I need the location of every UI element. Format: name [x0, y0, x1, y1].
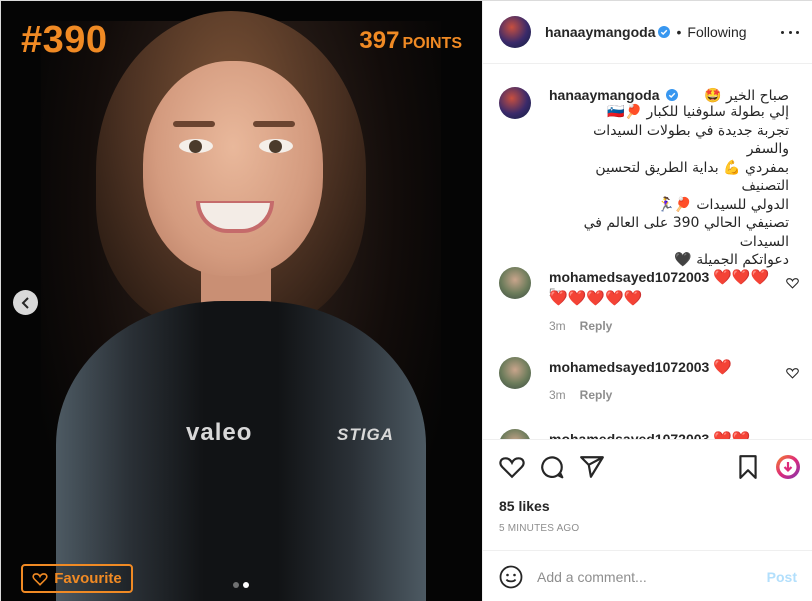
- photo-eye-left: [179, 139, 213, 153]
- post-button[interactable]: Post: [767, 569, 797, 585]
- caption-author-avatar[interactable]: [499, 87, 531, 119]
- comment-body: mohamedsayed1072003 ❤️❤️❤️ ❤️❤️❤️❤️❤️ 3m…: [549, 267, 799, 333]
- comment-like-icon[interactable]: [786, 367, 799, 379]
- comment-text: mohamedsayed1072003 ❤️❤️: [549, 429, 799, 439]
- following-button[interactable]: Following: [687, 24, 746, 40]
- comment-age: 3m: [549, 319, 566, 333]
- comment-text: mohamedsayed1072003 ❤️: [549, 357, 799, 378]
- author-username[interactable]: hanaaymangoda: [545, 24, 655, 40]
- caption-line: بمفردي 💪 بداية الطريق لتحسين التصنيف: [595, 159, 789, 195]
- caption-line: الدولي للسيدات 🏓🏃‍♀️: [657, 196, 789, 213]
- comment-hearts: ❤️❤️❤️: [713, 268, 770, 286]
- author-avatar[interactable]: [499, 16, 531, 48]
- photo-shirt: [56, 301, 426, 601]
- comment-item: mohamedsayed1072003 ❤️ 3m Reply: [499, 357, 799, 407]
- carousel-dot: [233, 582, 239, 588]
- commenter-username[interactable]: mohamedsayed1072003: [549, 359, 709, 375]
- more-options-button[interactable]: [781, 23, 799, 41]
- comment-composer: Post: [483, 550, 812, 601]
- comment-hearts: ❤️❤️❤️❤️❤️: [549, 289, 643, 307]
- more-icon: [781, 30, 784, 34]
- post-timestamp: 5 MINUTES AGO: [499, 523, 580, 534]
- post-media[interactable]: valeo STIGA #390 397 POINTS Favourite: [1, 1, 482, 601]
- caption-entry: hanaaymangoda صباح الخير 🤩 إلي بطولة سلو…: [499, 87, 799, 300]
- comment-input[interactable]: [537, 568, 767, 585]
- caption-line: صباح الخير 🤩: [704, 88, 789, 104]
- carousel-indicator: [233, 582, 249, 588]
- commenter-avatar[interactable]: [499, 267, 531, 299]
- photo-face: [143, 61, 323, 276]
- heart-outline-icon: [32, 572, 48, 586]
- comment-body: mohamedsayed1072003 ❤️ 3m Reply: [549, 357, 799, 402]
- comment-body: mohamedsayed1072003 ❤️❤️: [549, 429, 799, 439]
- favourite-label: Favourite: [54, 570, 122, 587]
- comment-like-icon[interactable]: [786, 277, 799, 289]
- commenter-username[interactable]: mohamedsayed1072003: [549, 269, 709, 285]
- comment-meta: 3m Reply: [549, 388, 799, 402]
- verified-icon: [658, 26, 671, 38]
- comment-item: mohamedsayed1072003 ❤️❤️❤️ ❤️❤️❤️❤️❤️ 3m…: [499, 267, 799, 337]
- comment-icon[interactable]: [539, 454, 565, 480]
- reply-button[interactable]: Reply: [580, 388, 613, 402]
- post-actions: 85 likes 5 MINUTES AGO: [483, 439, 812, 549]
- comment-meta: 3m Reply: [549, 319, 799, 333]
- comment-age: 3m: [549, 388, 566, 402]
- post-details-panel: hanaaymangoda • Following hanaaymangoda: [482, 1, 812, 601]
- carousel-prev-button[interactable]: [13, 290, 38, 315]
- instagram-post-modal: valeo STIGA #390 397 POINTS Favourite han…: [0, 0, 812, 601]
- emoji-icon[interactable]: [499, 565, 523, 589]
- shirt-logo-brand: STIGA: [337, 425, 394, 444]
- bookmark-icon[interactable]: [735, 454, 761, 480]
- comment-hearts: ❤️: [713, 358, 732, 376]
- commenter-username[interactable]: mohamedsayed1072003: [549, 431, 709, 439]
- points-label: POINTS: [402, 35, 462, 52]
- points-display: 397 POINTS: [359, 27, 462, 55]
- points-value: 397: [359, 27, 400, 54]
- commenter-avatar[interactable]: [499, 357, 531, 389]
- chevron-left-icon: [21, 296, 29, 309]
- caption-line: إلي بطولة سلوفنيا للكبار 🏓🇸🇮: [607, 104, 789, 120]
- post-header: hanaaymangoda • Following: [483, 1, 812, 64]
- photo-brow-left: [173, 121, 215, 127]
- comment-text: mohamedsayed1072003 ❤️❤️❤️ ❤️❤️❤️❤️❤️: [549, 267, 799, 309]
- share-icon[interactable]: [579, 454, 605, 480]
- caption-line: تجربة جديدة في بطولات السيدات والسفر: [593, 122, 789, 158]
- commenter-avatar[interactable]: [499, 429, 531, 439]
- carousel-dot-active: [243, 582, 249, 588]
- extension-icon[interactable]: [775, 454, 801, 480]
- shirt-logo-sponsor: valeo: [186, 419, 253, 446]
- comment-hearts: ❤️❤️: [713, 430, 751, 439]
- header-separator: •: [676, 24, 682, 40]
- reply-button[interactable]: Reply: [580, 319, 613, 333]
- photo-brow-right: [253, 121, 295, 127]
- photo-eye-right: [259, 139, 293, 153]
- comments-list[interactable]: hanaaymangoda صباح الخير 🤩 إلي بطولة سلو…: [483, 65, 812, 439]
- ranking-number: #390: [21, 19, 108, 61]
- comment-item: mohamedsayed1072003 ❤️❤️: [499, 429, 799, 439]
- caption-line: تصنيفي الحالي 390 على العالم في السيدات: [583, 215, 789, 250]
- favourite-badge: Favourite: [21, 564, 133, 593]
- likes-count[interactable]: 85 likes: [499, 498, 550, 514]
- heart-icon[interactable]: [499, 454, 525, 480]
